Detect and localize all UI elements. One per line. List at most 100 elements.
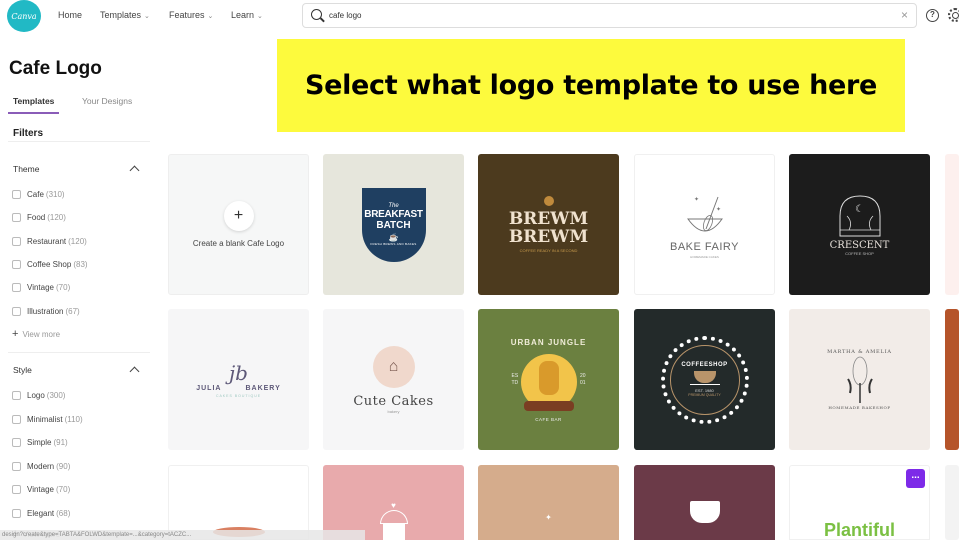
template-card-crescent[interactable]: ☾ CRESCENT COFFEE SHOP (789, 154, 930, 295)
clear-search-icon[interactable]: × (901, 8, 908, 22)
filter-count: (70) (56, 484, 71, 494)
template-card-breakfast-batch[interactable]: The BREAKFAST BATCH ☕ FRESH BREWS AND BA… (323, 154, 464, 295)
breakfast-batch-badge: The BREAKFAST BATCH ☕ FRESH BREWS AND BA… (361, 187, 426, 262)
instruction-banner: Select what logo template to use here (277, 39, 905, 132)
filter-label: Minimalist (27, 414, 63, 424)
filter-modern[interactable]: Modern (90) (12, 460, 70, 472)
template-card-julia-bakery[interactable]: jb JULIA BAKERY CAKES BOUTIQUE (168, 309, 309, 450)
filter-restaurant[interactable]: Restaurant (120) (12, 235, 87, 247)
nav-learn[interactable]: Learn ⌄ (231, 10, 263, 20)
filter-logo[interactable]: Logo (300) (12, 389, 65, 401)
checkbox[interactable] (12, 212, 21, 222)
theme-section-title[interactable]: Theme (13, 164, 39, 174)
filter-minimalist[interactable]: Minimalist (110) (12, 413, 83, 425)
nav-templates[interactable]: Templates ⌄ (100, 10, 150, 20)
checkbox[interactable] (12, 189, 21, 199)
plus-icon: + (223, 201, 254, 231)
filter-count: (67) (65, 306, 80, 316)
logo-tagline: FRESH BREWS AND BAKES (370, 242, 417, 246)
checkbox[interactable] (12, 282, 21, 292)
search-input[interactable]: cafe logo × (302, 3, 917, 28)
template-card-teacup[interactable] (634, 465, 775, 540)
chevron-down-icon: ⌄ (257, 13, 263, 20)
filter-vintage-style[interactable]: Vintage (70) (12, 483, 70, 495)
template-card-partial[interactable] (945, 465, 959, 540)
filter-label: Coffee Shop (27, 259, 72, 269)
tiger-illustration: ES TD 20 01 (504, 347, 594, 417)
create-blank-card[interactable]: + Create a blank Cafe Logo (168, 154, 309, 295)
filter-simple[interactable]: Simple (91) (12, 436, 68, 448)
cupcake-top (379, 510, 408, 524)
filter-label: Food (27, 212, 46, 222)
checkbox[interactable] (12, 390, 21, 400)
nav-features[interactable]: Features ⌄ (169, 10, 213, 20)
plus-icon: + (12, 328, 19, 340)
nav-home-label: Home (58, 10, 83, 20)
tab-your-designs[interactable]: Your Designs (82, 96, 132, 106)
checkbox[interactable] (12, 484, 21, 494)
checkbox[interactable] (12, 236, 21, 246)
checkbox[interactable] (12, 306, 21, 316)
nav-home[interactable]: Home (58, 10, 82, 20)
template-card-cupcake[interactable]: ♥ (323, 465, 464, 540)
logo-tagline: bakery (387, 408, 400, 414)
coffee-cup-icon (693, 370, 716, 383)
whisk-bowl-icon: ✦✦ (686, 196, 723, 231)
template-card-cake-slice[interactable] (168, 465, 309, 540)
filter-elegant[interactable]: Elegant (68) (12, 507, 70, 519)
chevron-down-icon: ⌄ (144, 13, 150, 20)
filter-count: (110) (64, 414, 83, 424)
filter-cafe[interactable]: Cafe (310) (12, 188, 65, 200)
svg-text:☾: ☾ (855, 204, 864, 215)
logo-text: URBAN JUNGLE (510, 337, 587, 347)
filter-label: Elegant (27, 508, 55, 518)
filter-vintage[interactable]: Vintage (70) (12, 281, 70, 293)
filter-count: (68) (56, 508, 71, 518)
template-card-martha-amelia[interactable]: MARTHA & AMELIA HOMEMADE BAKESHOP (789, 309, 930, 450)
checkbox[interactable] (12, 437, 21, 447)
checkbox[interactable] (12, 461, 21, 471)
banner-text: Select what logo template to use here (304, 70, 878, 101)
tab-templates[interactable]: Templates (13, 96, 54, 106)
filter-count: (120) (68, 236, 87, 246)
canva-logo[interactable]: Canva (7, 0, 41, 32)
template-card-whisk-bowl[interactable]: ✦ (478, 465, 619, 540)
filter-label: Vintage (27, 282, 54, 292)
filter-coffee-shop[interactable]: Coffee Shop (83) (12, 258, 88, 270)
log-shape (523, 400, 574, 411)
divider (8, 352, 150, 353)
template-card-partial[interactable] (945, 154, 959, 295)
logo-tagline: CAKES BOUTIQUE (215, 394, 262, 398)
template-card-coffeeshop[interactable]: COFFEESHOP EST. 1980 PREMIUM QUALITY (634, 309, 775, 450)
logo-text: BREAKFAST (364, 209, 423, 220)
gear-icon[interactable] (948, 8, 959, 22)
template-card-urban-jungle[interactable]: URBAN JUNGLE ES TD 20 01 CAFE BAR (478, 309, 619, 450)
chevron-up-icon[interactable] (129, 165, 140, 176)
chevron-up-icon[interactable] (129, 366, 140, 377)
checkbox[interactable] (12, 259, 21, 269)
template-card-cute-cakes[interactable]: ⌂ Cute Cakes bakery (323, 309, 464, 450)
filter-illustration[interactable]: Illustration (67) (12, 305, 80, 317)
filter-label: Illustration (27, 306, 64, 316)
template-card-bake-fairy[interactable]: ✦ ✦ BAKE FAIRY HOMEMADE CAKES (634, 154, 775, 295)
help-icon[interactable]: ? (926, 9, 939, 22)
tiger-shape (538, 360, 559, 395)
more-options-button[interactable]: ... (906, 469, 925, 488)
create-blank-label: Create a blank Cafe Logo (192, 239, 285, 248)
logo-tagline: HOMEMADE CAKES (690, 254, 719, 259)
template-card-brewm-brewm[interactable]: BREWM BREWM COFFEE READY IN A SECOND (478, 154, 619, 295)
theme-view-more-link[interactable]: + View more (12, 328, 60, 340)
filter-count: (310) (45, 189, 65, 199)
checkbox[interactable] (12, 508, 21, 518)
cake-icon: ⌂ (372, 345, 415, 388)
logo-text: BAKE FAIRY (670, 240, 739, 253)
template-card-partial[interactable] (945, 309, 959, 450)
checkbox[interactable] (12, 414, 21, 424)
logo-text: Canva (11, 11, 37, 21)
filter-food[interactable]: Food (120) (12, 211, 66, 223)
logo-monogram: jb (228, 361, 248, 385)
search-icon (311, 9, 322, 20)
filters-heading: Filters (13, 128, 44, 139)
style-section-title[interactable]: Style (13, 365, 32, 375)
coffee-beans-icon (543, 196, 554, 206)
